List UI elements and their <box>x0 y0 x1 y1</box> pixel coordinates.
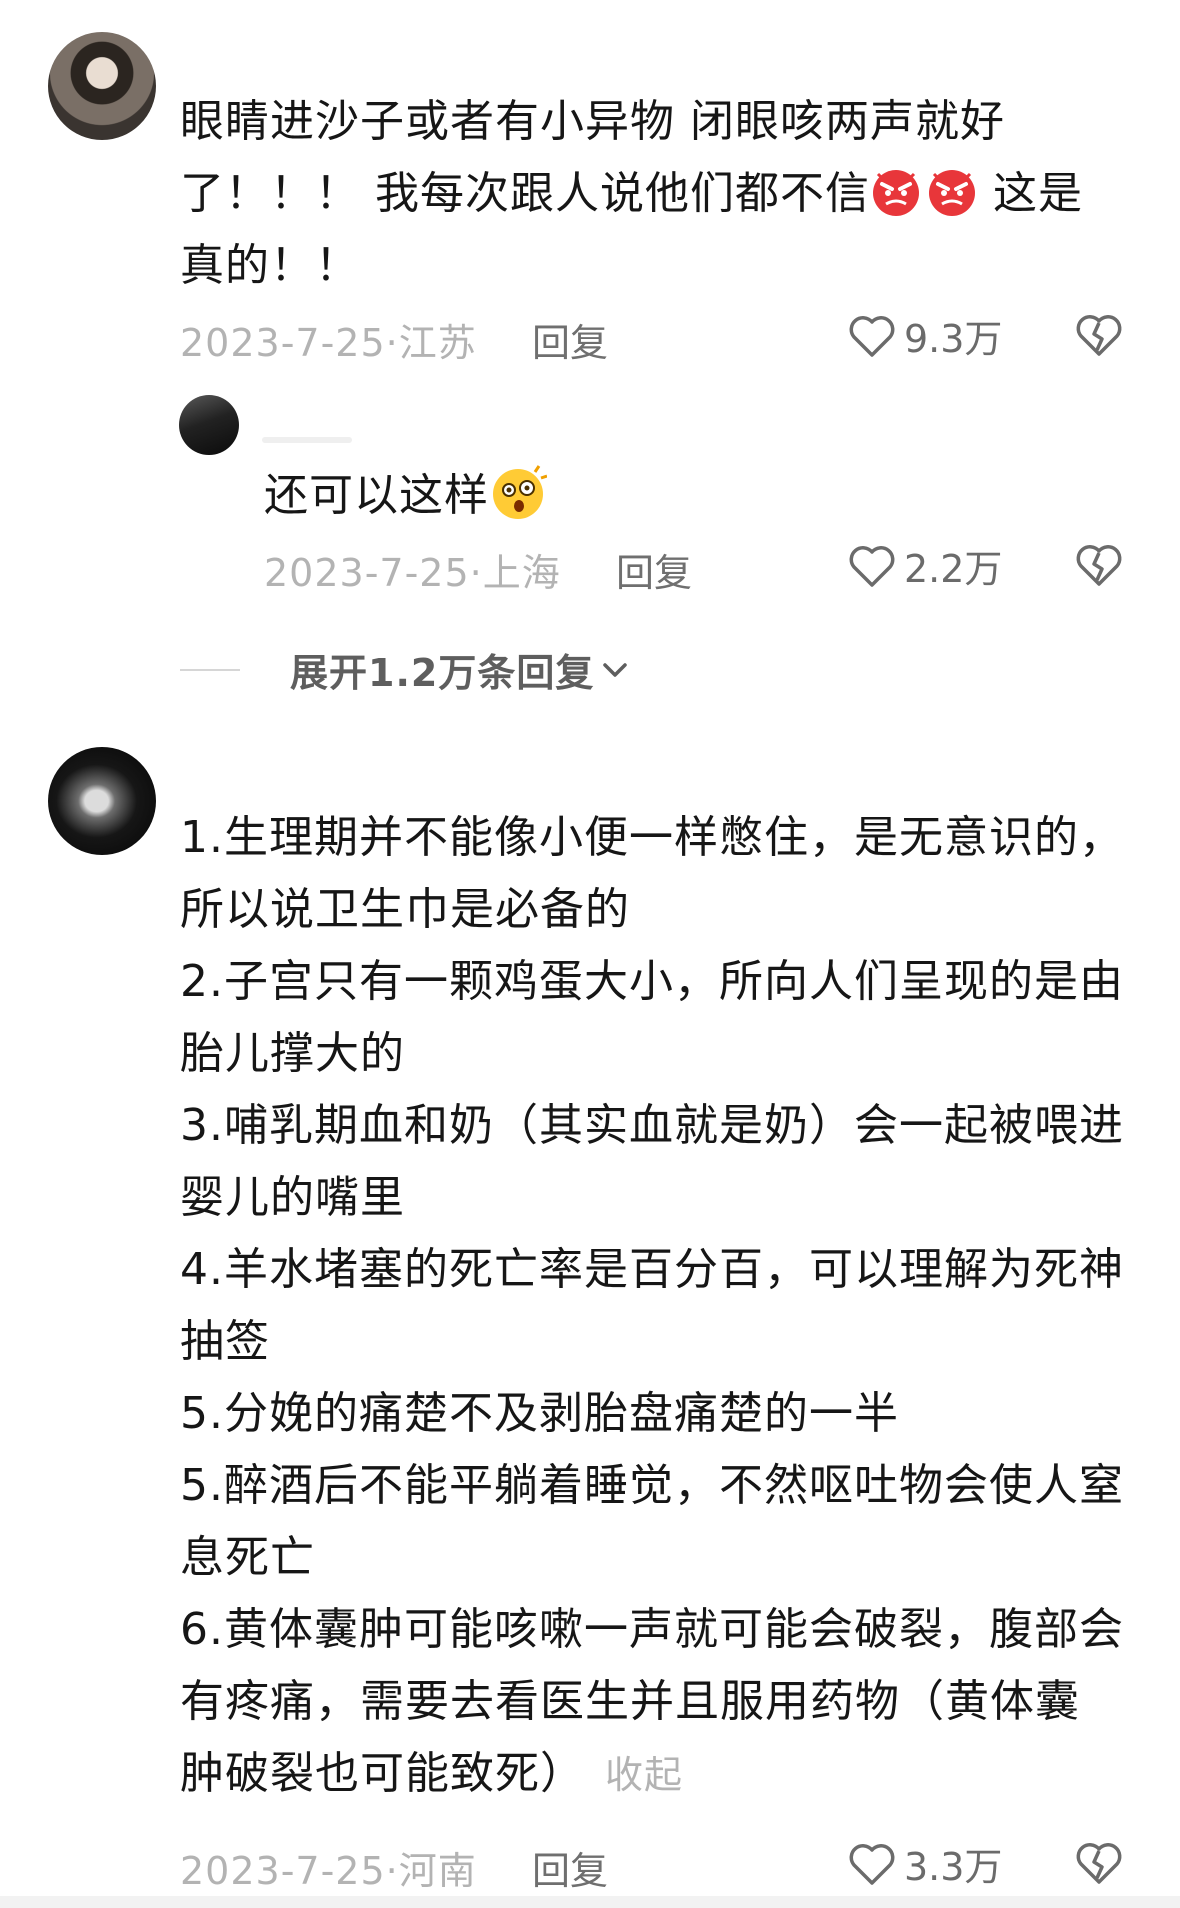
comment-date-location: 2023-7-25·河南 <box>180 1849 477 1893</box>
comment-line: 6.黄体囊肿可能咳嗽一声就可能会破裂，腹部会 <box>180 1604 1124 1655</box>
broken-heart-icon[interactable] <box>1075 542 1123 588</box>
comment-line: 5.分娩的痛楚不及剥胎盘痛楚的一半 <box>180 1388 899 1439</box>
collapse-button[interactable]: 收起 <box>605 1753 683 1797</box>
heart-outline-icon <box>849 545 895 587</box>
like-count: 9.3万 <box>904 317 1003 361</box>
comment-date-location: 2023-7-25·江苏 <box>180 321 477 365</box>
like-button[interactable]: 3.3万 <box>848 1836 1002 1891</box>
comment-line: 2.子宫只有一颗鸡蛋大小，所向人们呈现的是由 <box>180 956 1124 1007</box>
comment-line: 5.醉酒后不能平躺着睡觉，不然呕吐物会使人窒 <box>180 1460 1124 1511</box>
comment-line: 所以说卫生巾是必备的 <box>180 884 630 935</box>
comment-line: 息死亡 <box>180 1532 315 1583</box>
comment-line: 3.哺乳期血和奶（其实血就是奶）会一起被喂进 <box>180 1100 1124 1151</box>
heart-outline-icon <box>849 315 895 357</box>
angry-face-emoji-icon <box>873 170 919 216</box>
divider <box>180 668 240 671</box>
comment-line: 抽签 <box>180 1316 270 1367</box>
avatar[interactable] <box>179 395 239 455</box>
like-button[interactable]: 2.2万 <box>848 538 1002 593</box>
reply-button[interactable]: 回复 <box>532 1840 608 1895</box>
comment-line: 1.生理期并不能像小便一样憋住，是无意识的， <box>180 812 1124 863</box>
reply-username-placeholder <box>262 437 352 443</box>
chevron-down-icon <box>603 662 628 677</box>
reply-button[interactable]: 回复 <box>616 542 692 597</box>
comment-line: 眼睛进沙子或者有小异物 闭眼咳两声就好 <box>180 96 1005 147</box>
comment-line: 这是 <box>978 168 1083 219</box>
heart-outline-icon <box>849 1843 895 1885</box>
reply-line: 还可以这样 <box>264 470 489 521</box>
comment-text: 1.生理期并不能像小便一样憋住，是无意识的， 所以说卫生巾是必备的 2.子宫只有… <box>180 802 1140 1811</box>
avatar[interactable] <box>48 747 156 855</box>
reply-text: 还可以这样 <box>264 460 547 532</box>
expand-replies-label: 展开1.2万条回复 <box>290 651 595 695</box>
comment-line: 有疼痛，需要去看医生并且服用药物（黄体囊 <box>180 1676 1080 1727</box>
comment-line: 婴儿的嘴里 <box>180 1172 405 1223</box>
expand-replies-button[interactable]: 展开1.2万条回复 <box>180 642 630 697</box>
divider <box>0 1896 1180 1908</box>
avatar[interactable] <box>48 32 156 140</box>
comment-line: 肿破裂也可能致死） <box>180 1748 585 1799</box>
like-button[interactable]: 9.3万 <box>848 308 1002 363</box>
comment-line: 4.羊水堵塞的死亡率是百分百，可以理解为死神 <box>180 1244 1124 1295</box>
comment-line: 真的！！ <box>180 240 360 291</box>
comment-text: 眼睛进沙子或者有小异物 闭眼咳两声就好 了！！！ 我每次跟人说他们都不信 这是 … <box>180 86 1110 302</box>
broken-heart-icon[interactable] <box>1075 1840 1123 1886</box>
comment-line: 胎儿撑大的 <box>180 1028 405 1079</box>
broken-heart-icon[interactable] <box>1075 312 1123 358</box>
angry-face-emoji-icon <box>929 170 975 216</box>
like-count: 2.2万 <box>904 547 1003 591</box>
reply-date-location: 2023-7-25·上海 <box>264 551 561 595</box>
comment-line: 了！！！ 我每次跟人说他们都不信 <box>180 168 870 219</box>
astonished-face-emoji-icon <box>493 465 547 519</box>
like-count: 3.3万 <box>904 1845 1003 1889</box>
reply-button[interactable]: 回复 <box>532 312 608 367</box>
